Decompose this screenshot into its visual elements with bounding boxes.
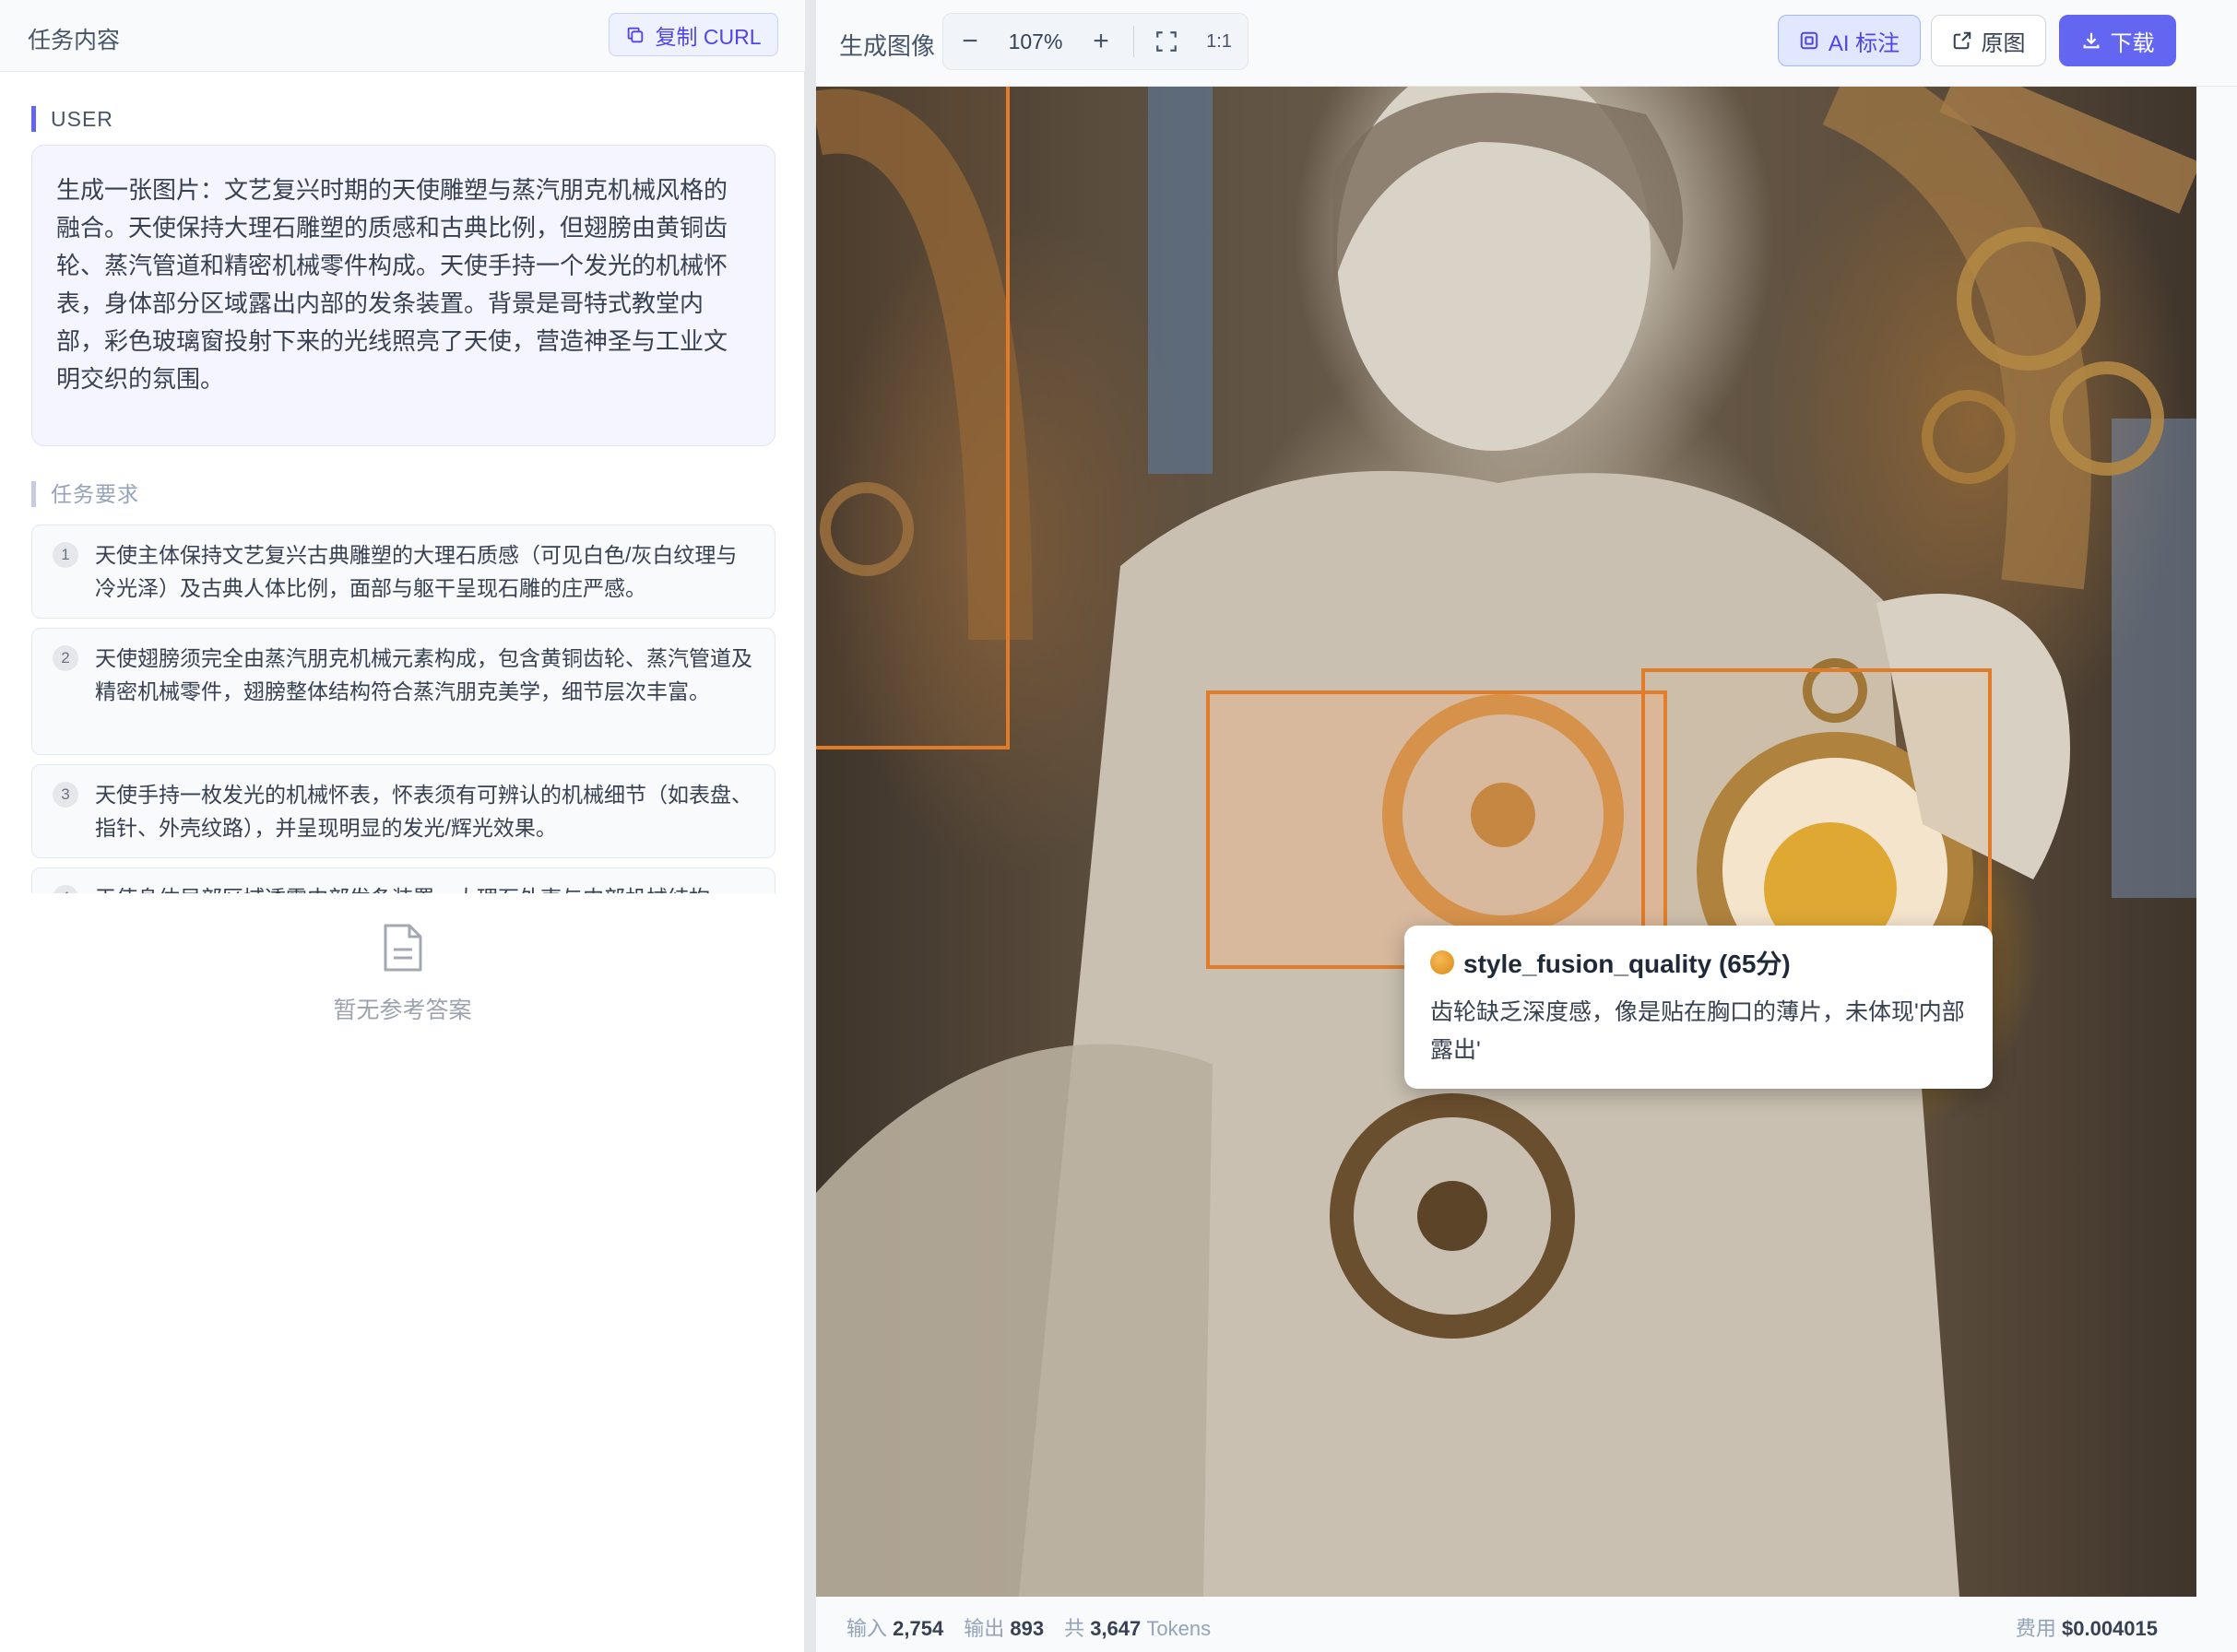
requirement-text: 天使主体保持文艺复兴古典雕塑的大理石质感（可见白色/灰白纹理与冷光泽）及古典人体… — [95, 543, 738, 600]
generated-image[interactable]: style_fusion_quality (65分) 齿轮缺乏深度感，像是贴在胸… — [816, 87, 2196, 1597]
output-tokens: 输出 893 — [964, 1612, 1044, 1642]
external-link-icon — [1953, 31, 1971, 50]
requirement-text: 天使身体局部区域透露内部发条装置，大理石外壳与内部机械结构 — [95, 886, 710, 893]
ai-annotation-button[interactable]: AI 标注 — [1778, 15, 1921, 66]
annotation-tooltip: style_fusion_quality (65分) 齿轮缺乏深度感，像是贴在胸… — [1404, 926, 1993, 1089]
cost-label: 费用 — [2015, 1617, 2056, 1640]
requirement-item: 1 天使主体保持文艺复兴古典雕塑的大理石质感（可见白色/灰白纹理与冷光泽）及古典… — [31, 525, 775, 619]
total-tokens-label: 共 — [1064, 1617, 1085, 1640]
task-panel-title: 任务内容 — [28, 28, 121, 53]
requirement-number: 1 — [53, 542, 78, 568]
panel-splitter[interactable] — [805, 0, 816, 1652]
requirements-list[interactable]: 1 天使主体保持文艺复兴古典雕塑的大理石质感（可见白色/灰白纹理与冷光泽）及古典… — [31, 525, 775, 893]
requirement-item: 2 天使翅膀须完全由蒸汽朋克机械元素构成，包含黄铜齿轮、蒸汽管道及精密机械零件，… — [31, 628, 775, 755]
requirement-number: 2 — [53, 645, 78, 671]
requirement-text: 天使翅膀须完全由蒸汽朋克机械元素构成，包含黄铜齿轮、蒸汽管道及精密机械零件，翅膀… — [95, 646, 752, 703]
annotation-tooltip-header: style_fusion_quality (65分) — [1430, 944, 1967, 981]
requirement-number: 3 — [53, 782, 78, 808]
document-icon — [384, 924, 421, 972]
input-tokens-label: 输入 — [846, 1617, 888, 1640]
annotation-tooltip-body: 齿轮缺乏深度感，像是贴在胸口的薄片，未体现'内部露出' — [1430, 999, 1965, 1063]
fullscreen-icon — [1156, 31, 1177, 52]
requirement-item: 4 天使身体局部区域透露内部发条装置，大理石外壳与内部机械结构 — [31, 867, 775, 893]
actual-size-button[interactable]: 1:1 — [1193, 31, 1245, 53]
output-tokens-label: 输出 — [964, 1617, 1005, 1640]
requirement-number: 4 — [53, 885, 78, 893]
requirements-section-label: 任务要求 — [31, 481, 139, 507]
input-tokens-value: 2,754 — [893, 1617, 944, 1640]
download-label: 下载 — [2110, 30, 2155, 56]
requirement-text: 天使手持一枚发光的机械怀表，怀表须有可辨认的机械细节（如表盘、指针、外壳纹路），… — [95, 783, 752, 840]
zoom-in-button[interactable]: + — [1074, 13, 1128, 70]
cost-value: $0.004015 — [2062, 1617, 2158, 1640]
user-section-label: USER — [31, 106, 113, 132]
image-panel-title: 生成图像 — [839, 32, 936, 60]
input-tokens: 输入 2,754 — [846, 1612, 943, 1642]
original-image-label: 原图 — [1981, 30, 2026, 56]
user-prompt: 生成一张图片：文艺复兴时期的天使雕塑与蒸汽朋克机械风格的融合。天使保持大理石雕塑… — [31, 145, 775, 446]
annotation-tooltip-title: style_fusion_quality (65分) — [1463, 950, 1791, 978]
score-indicator-icon — [1430, 950, 1454, 974]
image-toolbar: 生成图像 − 107% + 1:1 AI 标注 原图 下载 — [816, 0, 2237, 87]
zoom-out-button[interactable]: − — [943, 13, 997, 70]
zoom-divider — [1133, 26, 1134, 57]
token-usage: 输入 2,754 输出 893 共 3,647 Tokens — [846, 1612, 1211, 1642]
download-button[interactable]: 下载 — [2059, 15, 2176, 66]
annotation-box-wing[interactable] — [816, 87, 1010, 749]
cost: 费用 $0.004015 — [2016, 1612, 2158, 1642]
empty-answer-text: 暂无参考答案 — [333, 997, 472, 1023]
zoom-level: 107% — [1008, 29, 1063, 53]
copy-icon — [628, 27, 644, 42]
image-panel: 生成图像 − 107% + 1:1 AI 标注 原图 下载 style_fusi… — [816, 0, 2237, 1652]
total-tokens: 共 3,647 Tokens — [1064, 1612, 1211, 1642]
total-tokens-value: 3,647 — [1090, 1617, 1142, 1640]
copy-curl-button[interactable]: 复制 CURL — [609, 13, 778, 56]
copy-curl-label: 复制 CURL — [655, 24, 762, 49]
requirement-item: 3 天使手持一枚发光的机械怀表，怀表须有可辨认的机械细节（如表盘、指针、外壳纹路… — [31, 764, 775, 858]
original-image-button[interactable]: 原图 — [1931, 15, 2046, 66]
empty-answer: 暂无参考答案 — [0, 922, 805, 1025]
fit-screen-button[interactable] — [1140, 13, 1193, 70]
task-panel-header: 任务内容 复制 CURL — [0, 0, 805, 72]
usage-footer: 输入 2,754 输出 893 共 3,647 Tokens 费用 $0.004… — [816, 1597, 2237, 1652]
output-tokens-value: 893 — [1010, 1617, 1045, 1640]
task-panel: 任务内容 复制 CURL USER 生成一张图片：文艺复兴时期的天使雕塑与蒸汽朋… — [0, 0, 805, 1652]
download-icon — [2083, 32, 2099, 49]
annotation-icon — [1800, 31, 1818, 50]
zoom-controls: − 107% + 1:1 — [942, 13, 1249, 70]
tokens-unit: Tokens — [1146, 1617, 1212, 1640]
ai-annotation-label: AI 标注 — [1828, 30, 1900, 56]
